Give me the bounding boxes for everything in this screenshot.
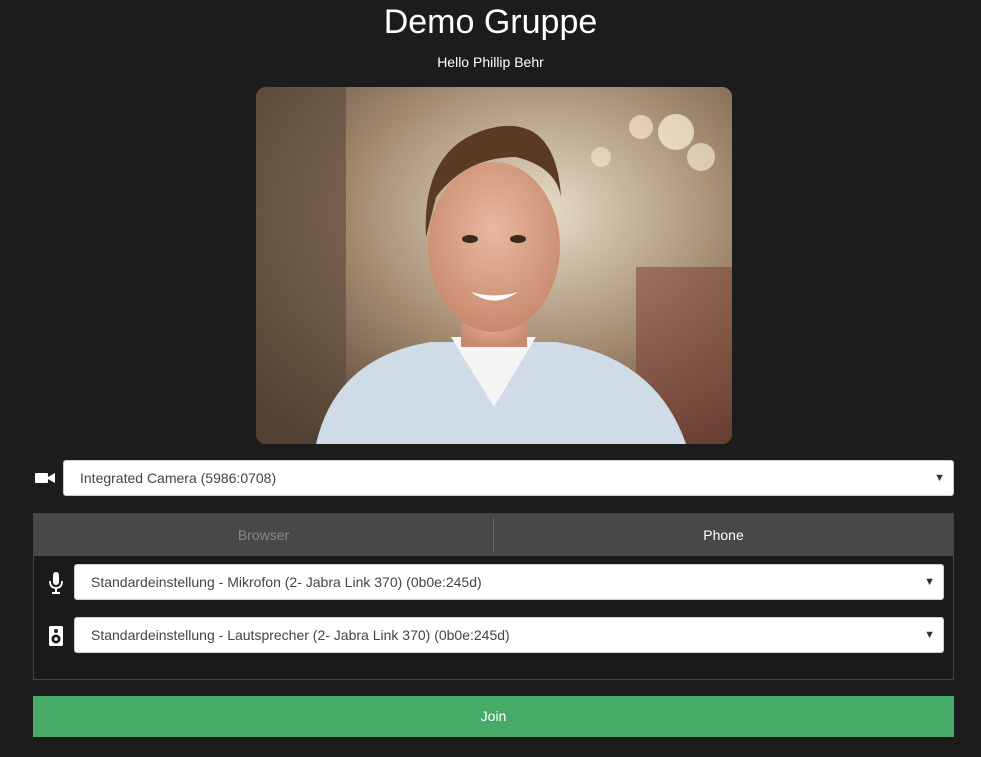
chevron-down-icon: ▼ (934, 472, 945, 484)
audio-tabs: Browser Phone (34, 514, 953, 556)
camera-preview-image (256, 87, 732, 444)
speaker-icon (48, 626, 64, 646)
camera-preview (256, 87, 732, 444)
chevron-down-icon: ▼ (924, 576, 935, 588)
microphone-select[interactable]: Standardeinstellung - Mikrofon (2- Jabra… (74, 564, 944, 600)
page-title: Demo Gruppe (383, 3, 598, 41)
chevron-down-icon: ▼ (924, 629, 935, 641)
tab-phone[interactable]: Phone (494, 514, 953, 556)
audio-settings-panel: Browser Phone Standardeinstellung - Mikr… (33, 513, 954, 680)
tab-browser[interactable]: Browser (34, 514, 493, 556)
join-button[interactable]: Join (33, 696, 954, 737)
video-camera-icon (35, 470, 55, 486)
greeting-text: Hello Phillip Behr (437, 54, 544, 70)
camera-select-value: Integrated Camera (5986:0708) (80, 470, 277, 486)
microphone-icon (48, 572, 64, 594)
speaker-select[interactable]: Standardeinstellung - Lautsprecher (2- J… (74, 617, 944, 653)
speaker-select-value: Standardeinstellung - Lautsprecher (2- J… (91, 627, 510, 643)
microphone-select-value: Standardeinstellung - Mikrofon (2- Jabra… (91, 574, 482, 590)
camera-select[interactable]: Integrated Camera (5986:0708) ▼ (63, 460, 954, 496)
